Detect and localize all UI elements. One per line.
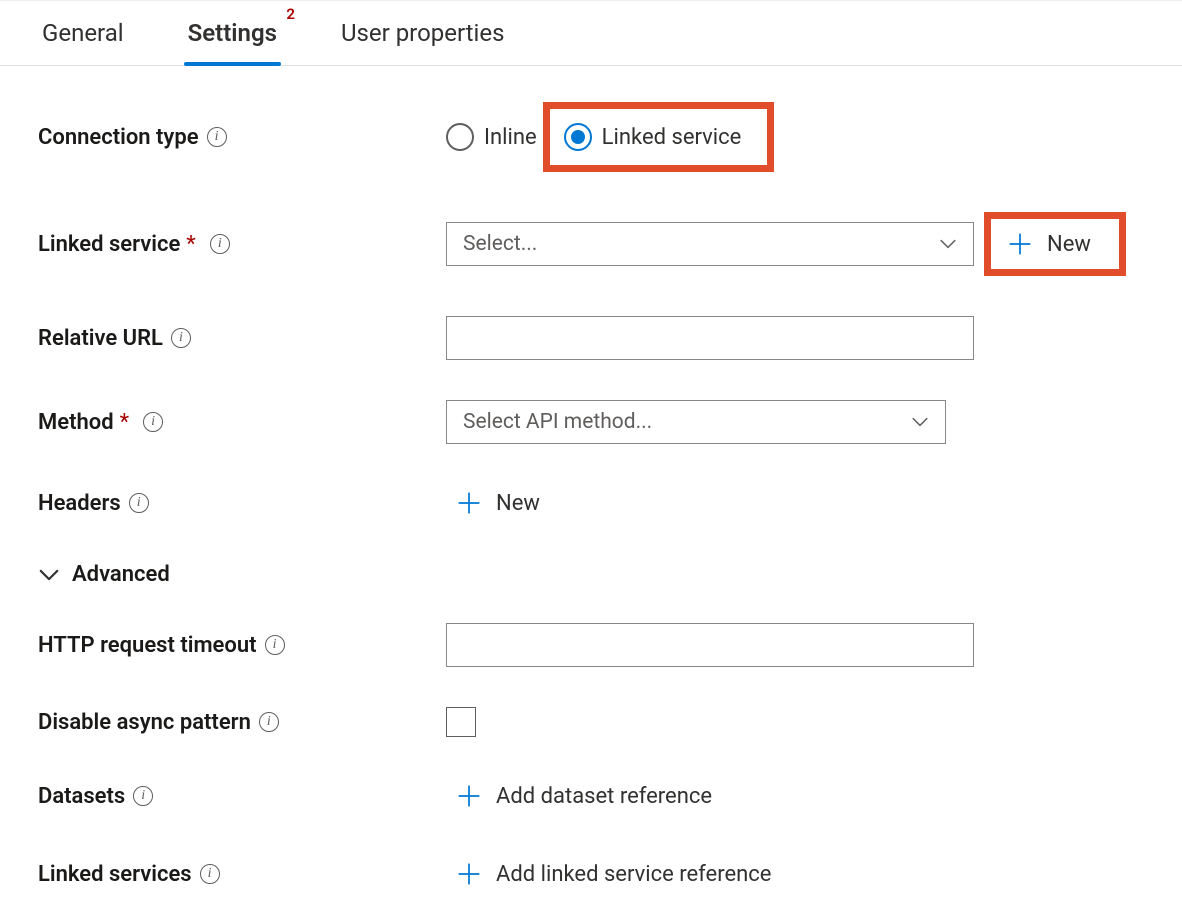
radio-bullet-icon [564, 123, 592, 151]
plus-icon [456, 861, 482, 887]
disable-async-checkbox[interactable] [446, 707, 476, 737]
add-dataset-reference-label: Add dataset reference [496, 784, 712, 809]
chevron-down-icon [911, 413, 929, 431]
info-icon[interactable]: i [143, 412, 163, 432]
info-icon[interactable]: i [259, 712, 279, 732]
label-datasets-text: Datasets [38, 784, 125, 809]
highlight-new-button: New [984, 212, 1126, 276]
radio-linked-service-label: Linked service [602, 125, 742, 150]
chevron-down-icon [38, 564, 72, 586]
required-asterisk: * [120, 410, 129, 435]
label-method: Method * i [38, 410, 446, 435]
chevron-down-icon [939, 235, 957, 253]
label-linked-service-text: Linked service [38, 232, 180, 257]
required-asterisk: * [186, 232, 195, 257]
plus-icon [456, 783, 482, 809]
label-datasets: Datasets i [38, 784, 446, 809]
radio-inline-label: Inline [484, 125, 537, 150]
info-icon[interactable]: i [133, 786, 153, 806]
label-disable-async: Disable async pattern i [38, 710, 446, 735]
plus-icon [456, 490, 482, 516]
label-method-text: Method [38, 410, 114, 435]
label-linked-services: Linked services i [38, 862, 446, 887]
tabs-bar: General Settings 2 User properties [0, 0, 1182, 66]
new-header-label: New [496, 491, 540, 516]
label-headers: Headers i [38, 491, 446, 516]
tab-general[interactable]: General [38, 19, 128, 65]
new-linked-service-button[interactable]: New [997, 225, 1101, 263]
tab-user-properties[interactable]: User properties [337, 19, 509, 65]
linked-service-select[interactable]: Select... [446, 222, 974, 266]
info-icon[interactable]: i [171, 328, 191, 348]
new-header-button[interactable]: New [446, 484, 550, 522]
label-headers-text: Headers [38, 491, 121, 516]
label-linked-services-text: Linked services [38, 862, 192, 887]
add-dataset-reference-button[interactable]: Add dataset reference [446, 777, 722, 815]
settings-form: Connection type i Inline Linked service … [0, 66, 1182, 893]
tab-settings-badge: 2 [286, 5, 295, 23]
label-disable-async-text: Disable async pattern [38, 710, 251, 735]
relative-url-input[interactable] [446, 316, 974, 360]
add-linked-service-reference-button[interactable]: Add linked service reference [446, 855, 781, 893]
plus-icon [1007, 231, 1033, 257]
label-relative-url-text: Relative URL [38, 326, 163, 351]
label-connection-type: Connection type i [38, 125, 446, 150]
info-icon[interactable]: i [207, 127, 227, 147]
tab-settings[interactable]: Settings 2 [184, 19, 281, 65]
highlight-linked-service: Linked service [543, 102, 775, 172]
tab-settings-label: Settings [188, 19, 277, 47]
radio-inline[interactable]: Inline [446, 123, 537, 151]
http-timeout-input[interactable] [446, 623, 974, 667]
advanced-toggle[interactable]: Advanced [38, 562, 1144, 587]
advanced-label: Advanced [72, 562, 170, 587]
label-connection-type-text: Connection type [38, 125, 199, 150]
new-button-label: New [1047, 232, 1091, 257]
method-select[interactable]: Select API method... [446, 400, 946, 444]
info-icon[interactable]: i [200, 864, 220, 884]
label-http-timeout-text: HTTP request timeout [38, 633, 257, 658]
label-http-timeout: HTTP request timeout i [38, 633, 446, 658]
method-placeholder: Select API method... [463, 410, 652, 434]
linked-service-placeholder: Select... [463, 232, 537, 256]
radio-bullet-icon [446, 123, 474, 151]
info-icon[interactable]: i [129, 493, 149, 513]
label-relative-url: Relative URL i [38, 326, 446, 351]
info-icon[interactable]: i [210, 234, 230, 254]
info-icon[interactable]: i [265, 635, 285, 655]
add-linked-service-reference-label: Add linked service reference [496, 862, 771, 887]
radio-linked-service[interactable]: Linked service [564, 123, 742, 151]
label-linked-service: Linked service * i [38, 232, 446, 257]
